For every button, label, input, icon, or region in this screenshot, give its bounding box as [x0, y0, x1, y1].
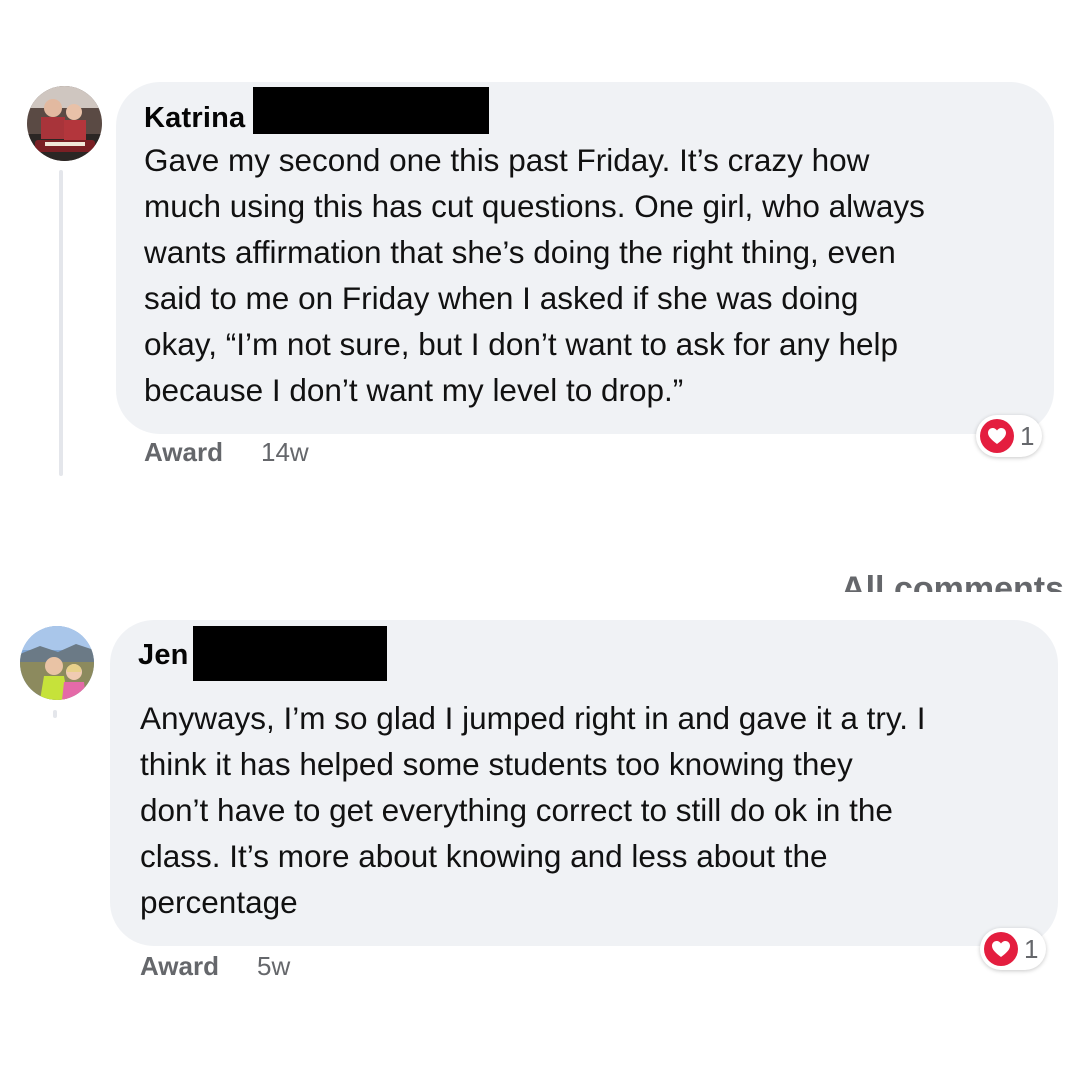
author-name[interactable]: Jen — [138, 639, 189, 672]
reaction-summary[interactable]: 1 — [976, 415, 1043, 457]
comment-timestamp[interactable]: 14w — [261, 437, 309, 468]
thread-line — [53, 710, 57, 718]
comment-line: Gave my second one this past Friday. It’… — [144, 142, 870, 178]
heart-icon — [980, 419, 1014, 453]
comment-line: okay, “I’m not sure, but I don’t want to… — [144, 326, 899, 362]
avatar-jen[interactable] — [20, 626, 94, 700]
comment-line: Anyways, I’m so glad I jumped right in a… — [140, 700, 926, 736]
avatar-photo — [27, 86, 102, 161]
comment-text: Gave my second one this past Friday. It’… — [144, 137, 925, 413]
comment-line: much using this has cut questions. One g… — [144, 188, 925, 224]
author-name[interactable]: Katrina — [144, 102, 245, 135]
all-comments-filter[interactable]: All comments — [841, 556, 1064, 592]
comment-actions: Award 5w — [140, 951, 290, 982]
comment-line: percentage — [140, 884, 298, 920]
avatar-photo — [20, 626, 94, 700]
reaction-count: 1 — [1020, 420, 1035, 451]
reaction-summary[interactable]: 1 — [980, 928, 1047, 970]
heart-icon — [984, 932, 1018, 966]
comment-line: class. It’s more about knowing and less … — [140, 838, 828, 874]
avatar-katrina[interactable] — [27, 86, 102, 161]
comment-text: Anyways, I’m so glad I jumped right in a… — [140, 695, 926, 925]
comment-timestamp[interactable]: 5w — [257, 951, 290, 982]
comment-line: don’t have to get everything correct to … — [140, 792, 893, 828]
thread-line — [59, 170, 63, 476]
reaction-count: 1 — [1024, 933, 1039, 964]
redaction-bar — [192, 626, 387, 681]
comment-line: think it has helped some students too kn… — [140, 746, 853, 782]
comment-line: wants affirmation that she’s doing the r… — [144, 234, 896, 270]
all-comments-label[interactable]: All comments — [841, 572, 1064, 592]
comment-line: said to me on Friday when I asked if she… — [144, 280, 859, 316]
comment-actions: Award 14w — [144, 437, 309, 468]
comment-line: because I don’t want my level to drop.” — [144, 372, 684, 408]
award-button[interactable]: Award — [140, 951, 219, 982]
award-button[interactable]: Award — [144, 437, 223, 468]
comment-author[interactable]: Jen — [138, 626, 387, 681]
redaction-bar — [253, 87, 490, 134]
comment-author[interactable]: Katrina — [144, 86, 490, 135]
